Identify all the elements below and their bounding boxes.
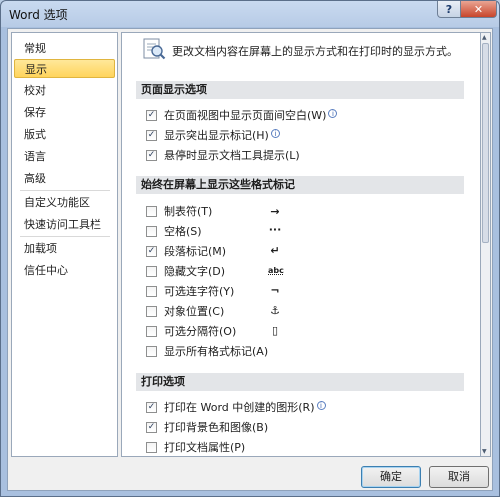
checkbox-checked[interactable]: ✓ bbox=[146, 421, 157, 433]
section-page-display: 页面显示选项 bbox=[136, 81, 464, 99]
sidebar-item-proofing[interactable]: 校对 bbox=[14, 81, 115, 100]
checkbox[interactable] bbox=[146, 441, 157, 453]
ok-button[interactable]: 确定 bbox=[361, 466, 421, 488]
option-show-highlighter[interactable]: ✓ 显示突出显示标记(H) i bbox=[146, 129, 280, 145]
sidebar-separator bbox=[20, 190, 110, 191]
sidebar-item-general[interactable]: 常规 bbox=[14, 39, 115, 58]
scroll-down-arrow-icon[interactable]: ▼ bbox=[482, 448, 487, 455]
section-formatting-marks: 始终在屏幕上显示这些格式标记 bbox=[136, 176, 464, 194]
checkbox[interactable] bbox=[146, 205, 157, 217]
sidebar-item-advanced[interactable]: 高级 bbox=[14, 169, 115, 188]
option-tab-characters[interactable]: 制表符(T) bbox=[146, 205, 212, 221]
sidebar-item-add-ins[interactable]: 加载项 bbox=[14, 239, 115, 258]
checkbox[interactable] bbox=[146, 305, 157, 317]
option-print-background[interactable]: ✓ 打印背景色和图像(B) bbox=[146, 421, 268, 437]
hidden-text-mark-icon: abc bbox=[268, 266, 284, 275]
checkbox-checked[interactable]: ✓ bbox=[146, 245, 157, 257]
checkbox-checked[interactable]: ✓ bbox=[146, 109, 157, 121]
sidebar-separator bbox=[20, 236, 110, 237]
sidebar-item-layout[interactable]: 版式 bbox=[14, 125, 115, 144]
checkbox[interactable] bbox=[146, 345, 157, 357]
paragraph-mark-icon: ↵ bbox=[270, 244, 280, 257]
option-optional-hyphens[interactable]: 可选连字符(Y) bbox=[146, 285, 234, 301]
info-icon: i bbox=[316, 401, 326, 410]
help-button[interactable]: ? bbox=[437, 1, 461, 18]
help-icon: ? bbox=[445, 2, 453, 16]
tab-mark-icon: → bbox=[270, 205, 280, 218]
sidebar: 常规 显示 校对 保存 版式 语言 高级 自定义功能区 快速访问工具栏 加载项 … bbox=[11, 32, 118, 457]
sidebar-item-customize-ribbon[interactable]: 自定义功能区 bbox=[14, 193, 115, 212]
checkbox[interactable] bbox=[146, 285, 157, 297]
optional-hyphen-mark-icon: ¬ bbox=[270, 284, 280, 297]
option-paragraph-marks[interactable]: ✓ 段落标记(M) bbox=[146, 245, 226, 261]
option-object-anchors[interactable]: 对象位置(C) bbox=[146, 305, 224, 321]
content-scrollbar[interactable]: ▲ ▼ bbox=[481, 32, 491, 457]
sidebar-item-display[interactable]: 显示 bbox=[14, 59, 115, 78]
info-icon: i bbox=[328, 109, 338, 118]
title-bar[interactable]: Word 选项 ? ✕ bbox=[1, 1, 499, 27]
anchor-icon: ⚓ bbox=[270, 304, 280, 317]
cancel-button[interactable]: 取消 bbox=[429, 466, 489, 488]
close-button[interactable]: ✕ bbox=[460, 1, 497, 18]
option-show-tooltips[interactable]: ✓ 悬停时显示文档工具提示(L) bbox=[146, 149, 300, 165]
checkbox-checked[interactable]: ✓ bbox=[146, 401, 157, 413]
option-show-all-marks[interactable]: 显示所有格式标记(A) bbox=[146, 345, 268, 361]
option-print-drawings[interactable]: ✓ 打印在 Word 中创建的图形(R) i bbox=[146, 401, 326, 417]
optional-break-mark-icon: ▯ bbox=[271, 324, 279, 337]
sidebar-item-save[interactable]: 保存 bbox=[14, 103, 115, 122]
dialog-client: 常规 显示 校对 保存 版式 语言 高级 自定义功能区 快速访问工具栏 加载项 … bbox=[7, 28, 493, 491]
option-spaces[interactable]: 空格(S) bbox=[146, 225, 202, 241]
checkbox-checked[interactable]: ✓ bbox=[146, 129, 157, 141]
checkbox[interactable] bbox=[146, 225, 157, 237]
options-dialog: Word 选项 ? ✕ 常规 显示 校对 保存 版式 语言 高级 自定义功能区 … bbox=[0, 0, 500, 497]
checkbox-checked[interactable]: ✓ bbox=[146, 149, 157, 161]
checkbox[interactable] bbox=[146, 325, 157, 337]
info-icon: i bbox=[270, 129, 280, 138]
display-magnifier-icon bbox=[143, 38, 166, 60]
option-optional-breaks[interactable]: 可选分隔符(O) bbox=[146, 325, 236, 341]
section-print-options: 打印选项 bbox=[136, 373, 464, 391]
space-mark-icon: ··· bbox=[268, 223, 282, 236]
option-print-properties[interactable]: 打印文档属性(P) bbox=[146, 441, 245, 456]
checkbox[interactable] bbox=[146, 265, 157, 277]
content-panel: 更改文档内容在屏幕上的显示方式和在打印时的显示方式。 页面显示选项 ✓ 在页面视图… bbox=[121, 32, 481, 457]
window-title: Word 选项 bbox=[9, 8, 68, 22]
option-hidden-text[interactable]: 隐藏文字(D) bbox=[146, 265, 225, 281]
sidebar-item-quick-access-toolbar[interactable]: 快速访问工具栏 bbox=[14, 215, 115, 234]
intro-text: 更改文档内容在屏幕上的显示方式和在打印时的显示方式。 bbox=[172, 45, 458, 58]
close-icon: ✕ bbox=[473, 2, 484, 16]
sidebar-item-language[interactable]: 语言 bbox=[14, 147, 115, 166]
sidebar-item-trust-center[interactable]: 信任中心 bbox=[14, 261, 115, 280]
scrollbar-thumb[interactable] bbox=[482, 43, 489, 243]
option-show-whitespace[interactable]: ✓ 在页面视图中显示页面间空白(W) i bbox=[146, 109, 338, 125]
scroll-up-arrow-icon[interactable]: ▲ bbox=[482, 34, 487, 41]
